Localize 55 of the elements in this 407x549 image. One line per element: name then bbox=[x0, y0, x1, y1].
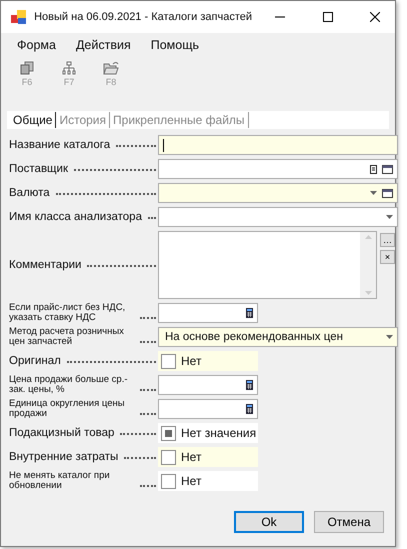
comment-field[interactable] bbox=[158, 231, 377, 299]
maximize-icon[interactable] bbox=[322, 12, 333, 22]
list-icon[interactable] bbox=[370, 164, 377, 174]
field-label: Оригинал bbox=[9, 355, 61, 367]
menu-item[interactable]: Форма bbox=[9, 36, 64, 54]
dropdown-arrow-icon[interactable] bbox=[386, 215, 393, 219]
menu-item[interactable]: Действия bbox=[68, 36, 139, 54]
window-title: Новый на 06.09.2021 - Каталоги запчастей bbox=[34, 11, 252, 23]
dropdown-field[interactable] bbox=[158, 183, 398, 203]
field-label: Цена продажи больше ср.-зак. цены, % bbox=[9, 375, 128, 395]
field-label: Валюта bbox=[9, 187, 50, 199]
hierarchy-icon bbox=[62, 61, 76, 75]
open-form-icon[interactable] bbox=[382, 188, 393, 198]
folder-icon bbox=[103, 61, 119, 75]
checkbox[interactable] bbox=[161, 426, 176, 440]
field-label: Если прайс-лист без НДС, указать ставку НДС bbox=[9, 303, 126, 323]
open-form-icon[interactable] bbox=[382, 164, 393, 174]
dropdown-field[interactable] bbox=[158, 207, 398, 227]
number-field[interactable] bbox=[158, 399, 258, 419]
checkbox-label[interactable]: Нет bbox=[181, 354, 202, 368]
checkbox[interactable] bbox=[161, 474, 176, 488]
cancel-button[interactable]: Отмена bbox=[314, 511, 384, 533]
copy-icon bbox=[20, 61, 34, 75]
checkbox[interactable] bbox=[161, 450, 176, 464]
field-label: Поставщик bbox=[9, 163, 68, 175]
number-field[interactable] bbox=[158, 375, 258, 395]
tab[interactable]: Общие bbox=[10, 112, 56, 128]
close-icon[interactable] bbox=[370, 12, 380, 22]
field-label: Не менять каталог при обновлении bbox=[9, 471, 111, 491]
field-label: Внутренние затраты bbox=[9, 451, 118, 463]
dropdown-arrow-icon[interactable] bbox=[386, 335, 393, 339]
more-button[interactable]: … bbox=[380, 233, 395, 247]
checkbox-label[interactable]: Нет bbox=[181, 450, 202, 464]
clear-button[interactable]: × bbox=[380, 250, 395, 264]
dropdown-arrow-icon[interactable] bbox=[370, 191, 377, 195]
app-icon bbox=[11, 10, 26, 24]
dropdown-field[interactable]: На основе рекомендованных цен bbox=[158, 327, 398, 347]
number-field[interactable] bbox=[158, 303, 258, 323]
checkbox[interactable] bbox=[161, 354, 176, 368]
field-label: Метод расчета розничных цен запчастей bbox=[9, 327, 125, 347]
field-label: Подакцизный товар bbox=[9, 427, 114, 439]
tab[interactable]: Прикрепленные файлы bbox=[110, 112, 249, 128]
field-label: Комментарии bbox=[9, 259, 82, 271]
calculator-icon[interactable] bbox=[246, 308, 253, 318]
menu-item[interactable]: Помощь bbox=[142, 36, 208, 54]
ok-button[interactable]: Ok bbox=[234, 511, 304, 533]
checkbox-label[interactable]: Нет bbox=[181, 474, 202, 488]
calculator-icon[interactable] bbox=[246, 380, 253, 390]
lookup-field[interactable] bbox=[158, 159, 398, 179]
tab[interactable]: История bbox=[56, 112, 110, 128]
text-field[interactable] bbox=[158, 135, 398, 155]
calculator-icon[interactable] bbox=[246, 404, 253, 414]
field-label: Название каталога bbox=[9, 139, 110, 151]
field-label: Единица округления цены продажи bbox=[9, 399, 126, 419]
field-label: Имя класса анализатора bbox=[9, 211, 142, 223]
